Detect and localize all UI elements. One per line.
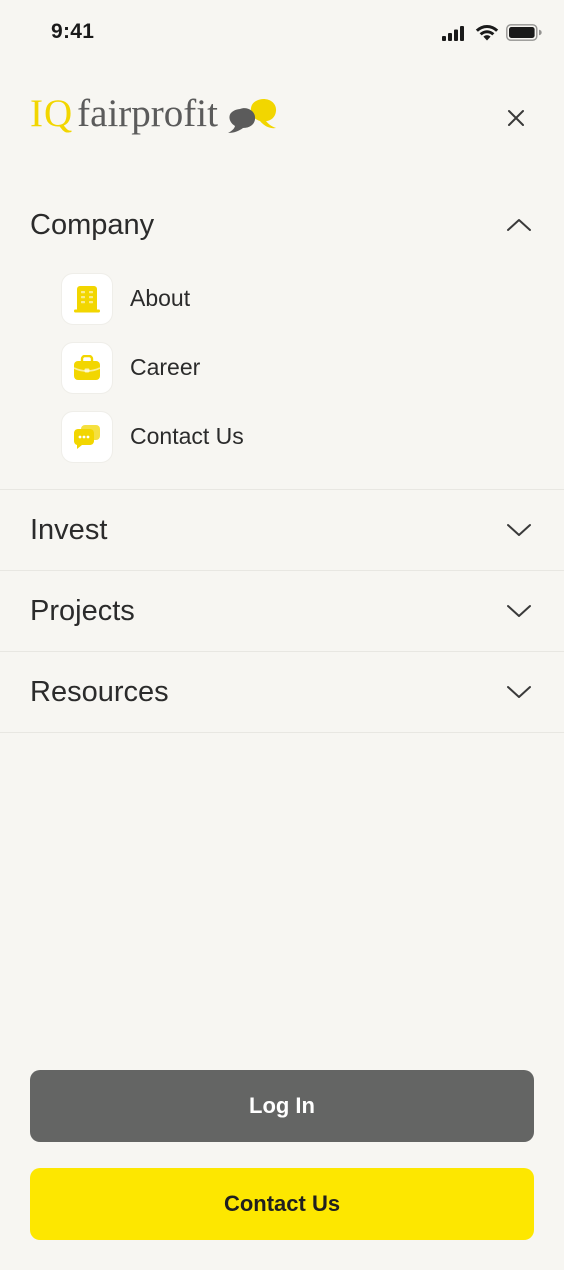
status-icons (442, 24, 542, 41)
close-button[interactable] (504, 106, 528, 130)
submenu-item-career[interactable]: Career (0, 333, 564, 402)
chevron-up-icon (507, 219, 531, 231)
nav-section-header-resources[interactable]: Resources (0, 652, 564, 732)
logo-name: fairprofit (77, 92, 218, 135)
logo[interactable]: IQ fairprofit (30, 94, 278, 133)
nav-section-header-projects[interactable]: Projects (0, 571, 564, 651)
submenu-item-contact-us[interactable]: Contact Us (0, 402, 564, 471)
chevron-down-icon (507, 524, 531, 536)
briefcase-icon (73, 354, 101, 380)
battery-icon (506, 24, 542, 41)
nav-section-projects: Projects (0, 571, 564, 652)
nav-section-company: Company About Career Contact Us (0, 186, 564, 490)
building-icon (74, 285, 100, 312)
nav-section-title: Company (30, 208, 155, 241)
submenu-item-about[interactable]: About (0, 264, 564, 333)
nav-section-invest: Invest (0, 490, 564, 571)
nav-section-header-invest[interactable]: Invest (0, 490, 564, 570)
nav-section-title: Invest (30, 513, 108, 546)
login-button[interactable]: Log In (30, 1070, 534, 1142)
nav-menu: Company About Career Contact Us Invest P… (0, 186, 564, 733)
status-bar: 9:41 (0, 0, 564, 68)
nav-section-title: Resources (30, 675, 169, 708)
logo-iq: IQ (30, 92, 74, 135)
signal-icon (442, 25, 464, 41)
submenu-label: About (130, 285, 191, 311)
contact-icon-tile (62, 411, 112, 462)
status-time: 9:41 (51, 20, 95, 43)
submenu-label: Contact Us (130, 423, 244, 449)
logo-bubbles-icon (227, 99, 276, 133)
submenu-label: Career (130, 354, 201, 380)
chat-bubbles-icon (74, 424, 100, 449)
about-icon-tile (62, 273, 112, 324)
chevron-down-icon (507, 605, 531, 617)
nav-section-resources: Resources (0, 652, 564, 733)
bottom-actions: Log In Contact Us (30, 1070, 534, 1240)
nav-section-header-company[interactable]: Company (0, 186, 564, 264)
contact-us-button[interactable]: Contact Us (30, 1168, 534, 1240)
header: IQ fairprofit (0, 86, 564, 150)
company-submenu: About Career Contact Us (0, 264, 564, 489)
career-icon-tile (62, 342, 112, 393)
wifi-icon (475, 25, 499, 41)
nav-section-title: Projects (30, 594, 135, 627)
chevron-down-icon (507, 686, 531, 698)
